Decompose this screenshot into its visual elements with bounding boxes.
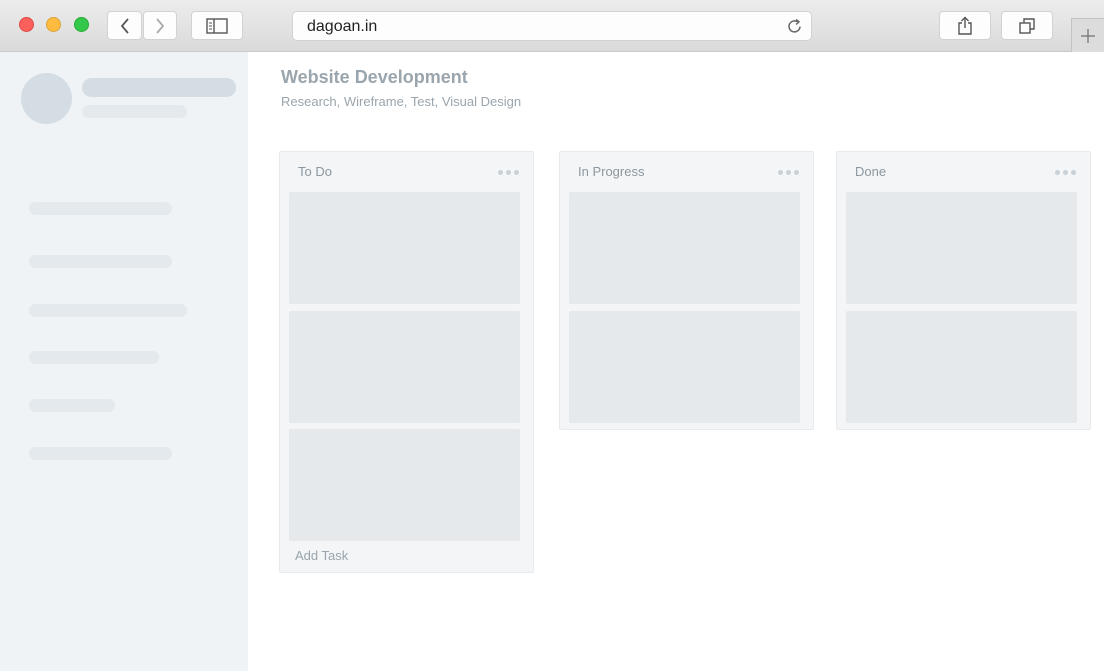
board-column-done: Done xyxy=(836,151,1091,430)
forward-button[interactable] xyxy=(143,11,177,40)
project-title: Website Development xyxy=(281,67,468,87)
column-title: Done xyxy=(855,164,887,179)
avatar xyxy=(21,73,72,124)
more-options-icon[interactable] xyxy=(498,170,519,175)
task-card[interactable] xyxy=(289,311,520,423)
add-task-button[interactable]: Add Task xyxy=(295,548,348,563)
project-subtitle: Research, Wireframe, Test, Visual Design xyxy=(281,94,522,109)
board-column-in-progress: In Progress xyxy=(559,151,814,430)
share-button[interactable] xyxy=(939,11,991,40)
more-options-icon[interactable] xyxy=(1055,170,1076,175)
task-card[interactable] xyxy=(569,192,800,304)
sidebar-nav-item[interactable] xyxy=(29,255,172,268)
minimize-window-button[interactable] xyxy=(46,17,61,32)
close-window-button[interactable] xyxy=(19,17,34,32)
chevron-right-icon xyxy=(156,17,165,34)
sidebar-nav-item[interactable] xyxy=(29,447,172,460)
sidebar-toggle-button[interactable] xyxy=(191,11,243,40)
sidebar-icon xyxy=(206,17,228,34)
board-column-todo: To Do Add Task xyxy=(279,151,534,573)
user-detail-placeholder xyxy=(82,105,187,118)
zoom-window-button[interactable] xyxy=(74,17,89,32)
plus-icon xyxy=(1081,28,1095,43)
new-tab-button[interactable] xyxy=(1071,18,1104,52)
share-icon xyxy=(958,16,972,35)
sidebar-nav-item[interactable] xyxy=(29,351,159,364)
task-card[interactable] xyxy=(569,311,800,423)
task-card[interactable] xyxy=(289,192,520,304)
url-text: dagoan.in xyxy=(307,18,378,35)
chevron-left-icon xyxy=(120,17,129,34)
tabs-overview-button[interactable] xyxy=(1001,11,1053,40)
task-card[interactable] xyxy=(846,192,1077,304)
column-title: In Progress xyxy=(578,164,645,179)
sidebar-nav-item[interactable] xyxy=(29,202,172,215)
column-title: To Do xyxy=(298,164,332,179)
more-options-icon[interactable] xyxy=(778,170,799,175)
user-name-placeholder xyxy=(82,78,236,97)
back-button[interactable] xyxy=(107,11,142,40)
address-bar[interactable]: dagoan.in xyxy=(292,11,812,41)
reload-icon[interactable] xyxy=(786,18,803,35)
sidebar-nav-item[interactable] xyxy=(29,304,187,317)
task-card[interactable] xyxy=(846,311,1077,423)
browser-toolbar: dagoan.in xyxy=(0,0,1104,52)
sidebar-nav-item[interactable] xyxy=(29,399,115,412)
tabs-icon xyxy=(1019,17,1035,34)
task-card[interactable] xyxy=(289,429,520,541)
